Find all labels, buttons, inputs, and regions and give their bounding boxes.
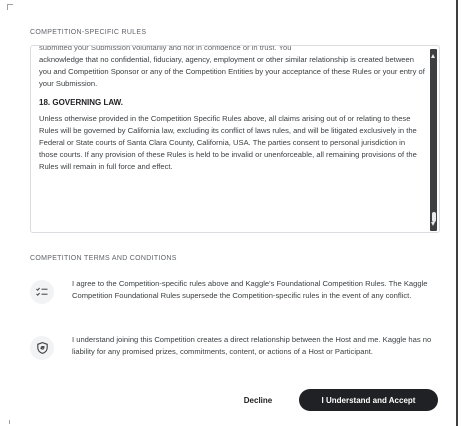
rules-scroll-box[interactable]: submitted your Submission voluntarily an… xyxy=(30,45,440,233)
terms-section-heading: COMPETITION TERMS AND CONDITIONS xyxy=(30,255,177,262)
corner-mark xyxy=(7,4,13,10)
rules-dialog: COMPETITION-SPECIFIC RULES submitted you… xyxy=(0,0,462,426)
scroll-down-arrow-icon[interactable] xyxy=(431,222,435,226)
accept-button[interactable]: I Understand and Accept xyxy=(299,389,438,411)
shield-icon xyxy=(30,336,54,360)
scroll-up-arrow-icon[interactable] xyxy=(431,54,435,58)
governing-law-text: Unless otherwise provided in the Competi… xyxy=(39,114,417,171)
rules-paragraph: acknowledge that no confidential, fiduci… xyxy=(39,55,425,88)
decline-button[interactable]: Decline xyxy=(228,389,288,411)
rules-cut-line: submitted your Submission voluntarily an… xyxy=(39,45,292,52)
governing-law-title: 18. GOVERNING LAW. xyxy=(39,98,124,107)
rules-content: submitted your Submission voluntarily an… xyxy=(39,45,425,180)
agreement-text-host: I understand joining this Competition cr… xyxy=(72,335,432,356)
scroll-thumb[interactable] xyxy=(431,212,436,222)
edge-tick xyxy=(9,420,10,424)
checklist-icon xyxy=(30,280,54,304)
rules-scrollbar[interactable] xyxy=(430,49,437,231)
right-edge-rail xyxy=(456,0,462,426)
rules-section-heading: COMPETITION-SPECIFIC RULES xyxy=(30,29,147,36)
agreement-text-rules: I agree to the Competition-specific rule… xyxy=(72,279,428,300)
